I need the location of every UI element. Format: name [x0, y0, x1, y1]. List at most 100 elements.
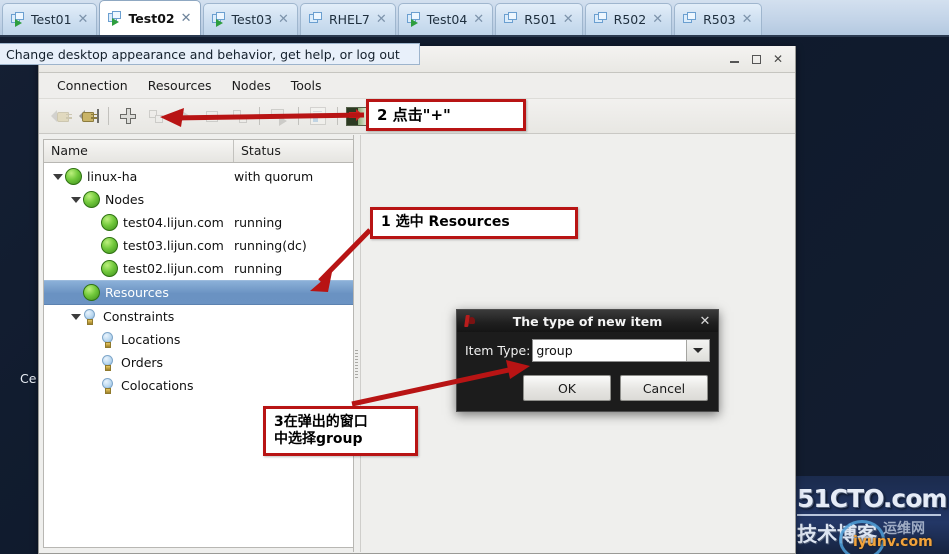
tree-item-label: Colocations: [121, 378, 194, 393]
tab-r503[interactable]: R503 ✕: [674, 3, 762, 35]
close-icon[interactable]: ✕: [277, 13, 290, 26]
menu-nodes[interactable]: Nodes: [222, 75, 281, 96]
item-type-label: Item Type:: [465, 343, 531, 358]
tab-test04[interactable]: Test04 ✕: [397, 3, 494, 35]
node-standby-icon[interactable]: [265, 103, 293, 129]
tree-item-status: with quorum: [234, 169, 314, 184]
tab-r502[interactable]: R502 ✕: [584, 3, 673, 35]
tree-row-colocations[interactable]: Colocations: [44, 374, 353, 397]
tree-row-test04[interactable]: test04.lijun.com running: [44, 211, 353, 234]
tab-r501[interactable]: R501 ✕: [495, 3, 583, 35]
watermark-overlay-text: iyunv.com: [853, 534, 933, 550]
tree-header: Name Status: [44, 140, 353, 163]
app-logo-icon: [463, 314, 477, 328]
chevron-down-icon[interactable]: [68, 196, 83, 203]
cluster-tree-panel: Name Status linux-ha with quorum Nodes t…: [43, 139, 353, 548]
annotation-click-plus: 2 点击"+": [366, 99, 526, 131]
tree-item-label: test03.lijun.com: [123, 238, 224, 253]
menu-connection[interactable]: Connection: [47, 75, 138, 96]
disconnect-icon[interactable]: [47, 103, 75, 129]
desktop-label: Ce: [20, 371, 37, 386]
add-plus-icon[interactable]: [114, 103, 142, 129]
close-icon[interactable]: ✕: [77, 13, 90, 26]
close-icon[interactable]: ✕: [651, 13, 664, 26]
tree-item-label: Constraints: [103, 309, 175, 324]
annotation-select-resources: 1 选中 Resources: [370, 207, 578, 239]
tree-item-label: Nodes: [105, 192, 145, 207]
bulb-icon: [101, 377, 115, 394]
window-minimize-button[interactable]: [723, 49, 745, 69]
close-icon[interactable]: ✕: [698, 314, 712, 329]
remove-icon[interactable]: [142, 103, 170, 129]
tab-label: RHEL7: [328, 12, 370, 27]
item-type-value[interactable]: group: [533, 340, 686, 361]
tab-label: Test03: [231, 12, 273, 27]
annotation-text: 2 点击"+": [377, 105, 451, 124]
tree-column-status[interactable]: Status: [234, 140, 353, 162]
bulb-icon: [83, 308, 97, 325]
tree-row-locations[interactable]: Locations: [44, 328, 353, 351]
vm-icon: [593, 12, 609, 27]
tab-test03[interactable]: Test03 ✕: [202, 3, 298, 35]
tree-row-test03[interactable]: test03.lijun.com running(dc): [44, 234, 353, 257]
cancel-button[interactable]: Cancel: [620, 375, 708, 401]
splitter-grip[interactable]: [355, 350, 358, 378]
stop-icon[interactable]: [198, 103, 226, 129]
close-icon[interactable]: ✕: [562, 13, 575, 26]
tree-item-label: Resources: [105, 285, 169, 300]
migrate-icon[interactable]: [226, 103, 254, 129]
vm-icon: [406, 12, 422, 27]
tree-row-resources[interactable]: Resources: [44, 280, 353, 305]
tree-item-label: Locations: [121, 332, 181, 347]
vm-icon: [11, 12, 26, 27]
tab-test02[interactable]: Test02 ✕: [99, 0, 201, 35]
green-ball-icon: [101, 237, 118, 254]
dialog-titlebar: The type of new item ✕: [457, 310, 718, 332]
close-icon[interactable]: ✕: [180, 12, 193, 25]
vm-icon: [211, 12, 227, 27]
green-ball-icon: [65, 168, 82, 185]
vm-icon: [504, 12, 519, 27]
green-ball-icon: [101, 214, 118, 231]
tab-test01[interactable]: Test01 ✕: [2, 3, 98, 35]
annotation-text-line1: 3在弹出的窗口: [274, 413, 368, 430]
close-icon[interactable]: ✕: [741, 13, 754, 26]
tree-row-constraints[interactable]: Constraints: [44, 305, 353, 328]
menubar: Connection Resources Nodes Tools: [39, 73, 795, 99]
new-item-type-dialog: The type of new item ✕ Item Type: group …: [456, 309, 719, 412]
toolbar-separator-2: [259, 107, 260, 125]
watermark-divider: [797, 514, 941, 516]
dialog-title: The type of new item: [512, 313, 663, 329]
menu-tools[interactable]: Tools: [281, 75, 332, 96]
tree-row-nodes[interactable]: Nodes: [44, 188, 353, 211]
pane-splitter[interactable]: [353, 135, 361, 552]
tree-item-label: Orders: [121, 355, 164, 370]
cib-document-icon[interactable]: [304, 103, 332, 129]
annotation-text: 1 选中 Resources: [381, 214, 510, 231]
chevron-down-icon[interactable]: [68, 313, 83, 320]
tab-label: R501: [524, 12, 557, 27]
tree-column-name[interactable]: Name: [44, 140, 234, 162]
connect-icon[interactable]: [75, 103, 103, 129]
start-icon[interactable]: [170, 103, 198, 129]
item-type-combobox[interactable]: group: [532, 339, 710, 362]
bulb-icon: [101, 354, 115, 371]
tree-row-test02[interactable]: test02.lijun.com running: [44, 257, 353, 280]
toolbar-separator-4: [337, 107, 338, 125]
menu-resources[interactable]: Resources: [138, 75, 222, 96]
close-icon[interactable]: ✕: [375, 13, 388, 26]
ok-button[interactable]: OK: [523, 375, 611, 401]
toolbar-separator: [108, 107, 109, 125]
chevron-down-icon[interactable]: [686, 340, 709, 361]
tree-item-status: running: [234, 215, 283, 230]
window-close-button[interactable]: ✕: [767, 49, 789, 69]
tab-rhel7[interactable]: RHEL7 ✕: [299, 3, 396, 35]
window-maximize-button[interactable]: [745, 49, 767, 69]
tree-row-orders[interactable]: Orders: [44, 351, 353, 374]
item-type-row: Item Type: group: [465, 339, 710, 362]
tab-label: Test02: [128, 10, 175, 26]
close-icon[interactable]: ✕: [472, 13, 485, 26]
tree-row-linux-ha[interactable]: linux-ha with quorum: [44, 165, 353, 188]
chevron-down-icon[interactable]: [50, 173, 65, 180]
vm-icon: [308, 12, 324, 27]
